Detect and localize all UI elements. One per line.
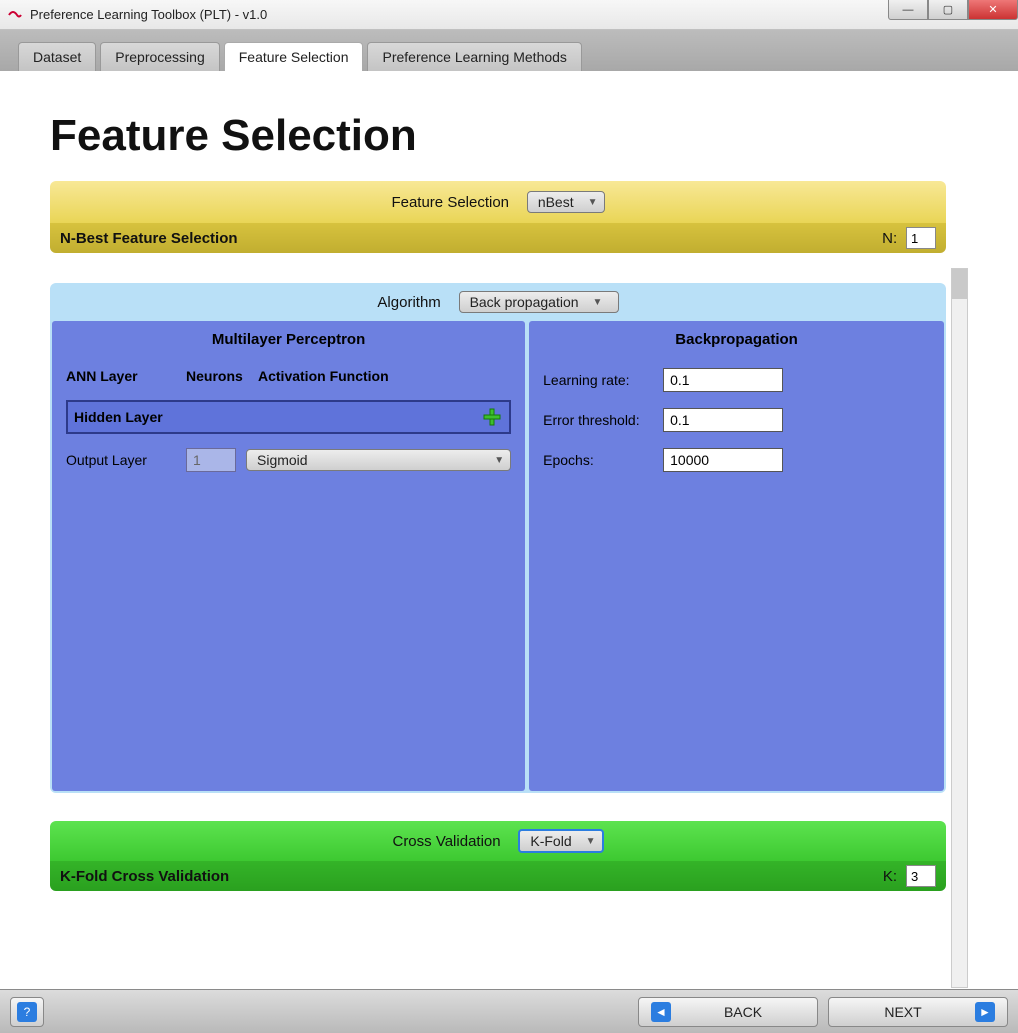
output-layer-row: Output Layer 1 Sigmoid ▼: [66, 448, 511, 472]
n-input[interactable]: [906, 227, 936, 249]
chevron-down-icon: ▼: [494, 455, 504, 466]
cross-validation-section: Cross Validation K-Fold ▼ K-Fold Cross V…: [50, 821, 946, 891]
tab-feature-selection[interactable]: Feature Selection: [224, 42, 364, 71]
app-icon: [6, 6, 24, 24]
window-title: Preference Learning Toolbox (PLT) - v1.0: [30, 7, 267, 22]
cv-value: K-Fold: [530, 833, 571, 849]
chevron-down-icon: ▼: [593, 297, 603, 308]
next-label: NEXT: [841, 1004, 965, 1020]
col-neurons: Neurons: [186, 368, 258, 384]
cv-label: Cross Validation: [392, 833, 500, 850]
help-button[interactable]: ?: [10, 997, 44, 1027]
algorithm-value: Back propagation: [470, 294, 579, 310]
close-button[interactable]: ✕: [968, 0, 1018, 20]
back-label: BACK: [681, 1004, 805, 1020]
add-layer-button[interactable]: [481, 406, 503, 428]
scrollbar[interactable]: [951, 268, 968, 988]
title-bar: Preference Learning Toolbox (PLT) - v1.0…: [0, 0, 1018, 30]
nbest-title: N-Best Feature Selection: [60, 230, 238, 247]
feature-selection-dropdown[interactable]: nBest ▼: [527, 191, 605, 213]
arrow-left-icon: ◄: [651, 1002, 671, 1022]
feature-selection-value: nBest: [538, 194, 574, 210]
k-label: K:: [883, 868, 897, 885]
feature-selection-label: Feature Selection: [391, 194, 509, 211]
output-layer-label: Output Layer: [66, 452, 176, 468]
learning-rate-input[interactable]: [663, 368, 783, 392]
minimize-button[interactable]: —: [888, 0, 928, 20]
error-threshold-label: Error threshold:: [543, 412, 663, 428]
epochs-input[interactable]: [663, 448, 783, 472]
learning-rate-label: Learning rate:: [543, 372, 663, 388]
bottom-bar: ? ◄ BACK NEXT ►: [0, 989, 1018, 1033]
maximize-button[interactable]: ▢: [928, 0, 968, 20]
activation-value: Sigmoid: [257, 452, 308, 468]
k-input[interactable]: [906, 865, 936, 887]
cv-dropdown[interactable]: K-Fold ▼: [518, 829, 603, 853]
back-button[interactable]: ◄ BACK: [638, 997, 818, 1027]
page-title: Feature Selection: [50, 111, 968, 161]
arrow-right-icon: ►: [975, 1002, 995, 1022]
content-area: Feature Selection Feature Selection nBes…: [0, 71, 1018, 1006]
activation-dropdown[interactable]: Sigmoid ▼: [246, 449, 511, 471]
mlp-panel: Multilayer Perceptron ANN Layer Neurons …: [52, 321, 525, 791]
algorithm-dropdown[interactable]: Back propagation ▼: [459, 291, 619, 313]
output-neurons-input: 1: [186, 448, 236, 472]
chevron-down-icon: ▼: [588, 197, 598, 208]
next-button[interactable]: NEXT ►: [828, 997, 1008, 1027]
tab-strip: Dataset Preprocessing Feature Selection …: [0, 30, 1018, 71]
tab-preprocessing[interactable]: Preprocessing: [100, 42, 220, 71]
help-icon: ?: [17, 1002, 37, 1022]
error-threshold-input[interactable]: [663, 408, 783, 432]
col-ann-layer: ANN Layer: [66, 368, 186, 384]
feature-selection-section: Feature Selection nBest ▼ N-Best Feature…: [50, 181, 946, 253]
backprop-panel: Backpropagation Learning rate: Error thr…: [529, 321, 944, 791]
algorithm-section: Algorithm Back propagation ▼ Multilayer …: [50, 283, 946, 793]
col-activation: Activation Function: [258, 368, 511, 384]
epochs-label: Epochs:: [543, 452, 663, 468]
hidden-layer-label: Hidden Layer: [74, 409, 163, 425]
n-label: N:: [882, 230, 897, 247]
tab-preference-learning-methods[interactable]: Preference Learning Methods: [367, 42, 581, 71]
mlp-title: Multilayer Perceptron: [66, 331, 511, 348]
scroll-thumb[interactable]: [952, 269, 967, 299]
tab-dataset[interactable]: Dataset: [18, 42, 96, 71]
kfold-title: K-Fold Cross Validation: [60, 868, 229, 885]
hidden-layer-row[interactable]: Hidden Layer: [66, 400, 511, 434]
algorithm-label: Algorithm: [377, 294, 440, 311]
backprop-title: Backpropagation: [543, 331, 930, 348]
chevron-down-icon: ▼: [586, 836, 596, 847]
